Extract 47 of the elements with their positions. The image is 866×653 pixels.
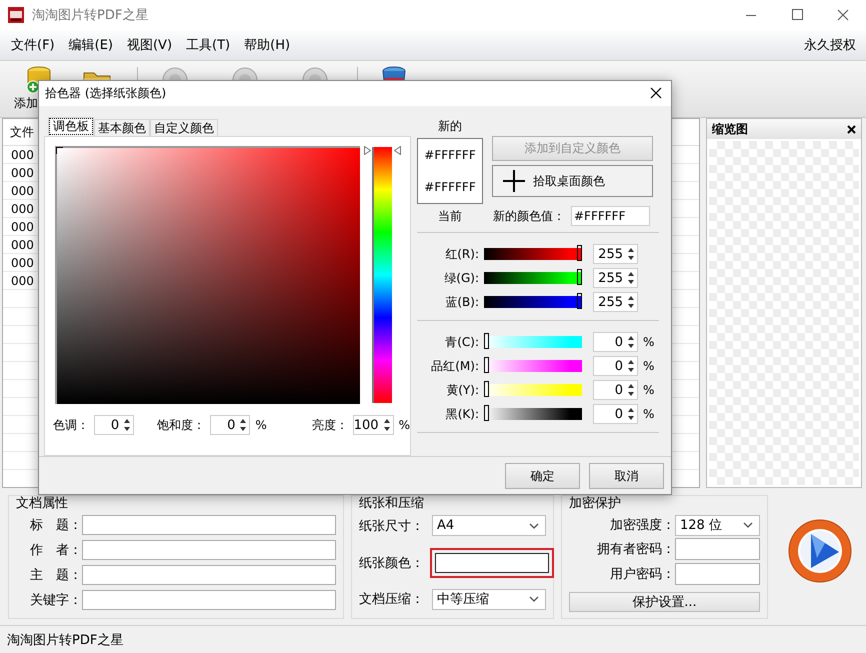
field-label: 拥有者密码：: [596, 541, 675, 558]
field-label: 蓝(B):: [444, 294, 479, 310]
unit-label: %: [643, 407, 654, 421]
field-label: 关键字：: [29, 592, 82, 609]
field-label: 纸张颜色：: [359, 554, 424, 572]
color-value: #FFFFFF: [424, 180, 476, 194]
group-title: 加密保护: [569, 495, 622, 512]
table-cell-text: 000: [11, 165, 34, 182]
swatch-label: 当前: [437, 208, 463, 224]
window-title: 淘淘图片转PDF之星: [32, 7, 148, 24]
swatch-label: 新的: [438, 118, 462, 135]
field-label: 作 者：: [29, 542, 82, 560]
field-label: 纸张尺寸：: [359, 518, 424, 535]
field-label: 用户密码：: [609, 566, 675, 583]
field-label: 红(R):: [444, 246, 479, 262]
table-cell-text: 000: [11, 237, 34, 254]
field-label: 黑(K):: [444, 406, 479, 422]
unit-label: %: [643, 383, 654, 397]
field-label: 色调：: [53, 416, 89, 434]
field-label: 主 题：: [29, 566, 82, 584]
field-label: 标 题：: [29, 517, 82, 534]
field-label: 亮度：: [312, 416, 348, 434]
panel-title: 缩览图: [712, 120, 748, 138]
field-label: 青(C):: [444, 334, 479, 350]
group-title: 纸张和压缩: [359, 495, 425, 512]
table-cell-text: 000: [11, 219, 34, 236]
status-text: 淘淘图片转PDF之星: [7, 632, 124, 649]
dialog-title: 拾色器 (选择纸张颜色): [44, 85, 166, 102]
unit-label: %: [398, 418, 410, 432]
table-cell-text: 000: [11, 273, 34, 290]
unit-label: %: [643, 335, 654, 349]
field-label: 饱和度：: [157, 416, 206, 434]
table-cell-text: 000: [11, 147, 34, 164]
table-cell-text: 000: [11, 201, 34, 218]
field-label: 加密强度：: [609, 517, 675, 534]
field-label: 新的颜色值：: [493, 208, 565, 224]
field-label: 黄(Y):: [445, 382, 479, 398]
unit-label: %: [255, 418, 267, 432]
field-label: 文档压缩：: [359, 591, 424, 608]
add-custom-color-button: 添加到自定义颜色: [492, 136, 653, 161]
group-title: 文档属性: [16, 495, 69, 512]
unit-label: %: [643, 359, 654, 373]
field-label: 品红(M):: [430, 358, 479, 374]
table-cell-text: 000: [11, 183, 34, 200]
table-cell-text: 000: [11, 255, 34, 272]
color-value: #FFFFFF: [424, 148, 476, 162]
field-label: 绿(G):: [443, 270, 479, 286]
